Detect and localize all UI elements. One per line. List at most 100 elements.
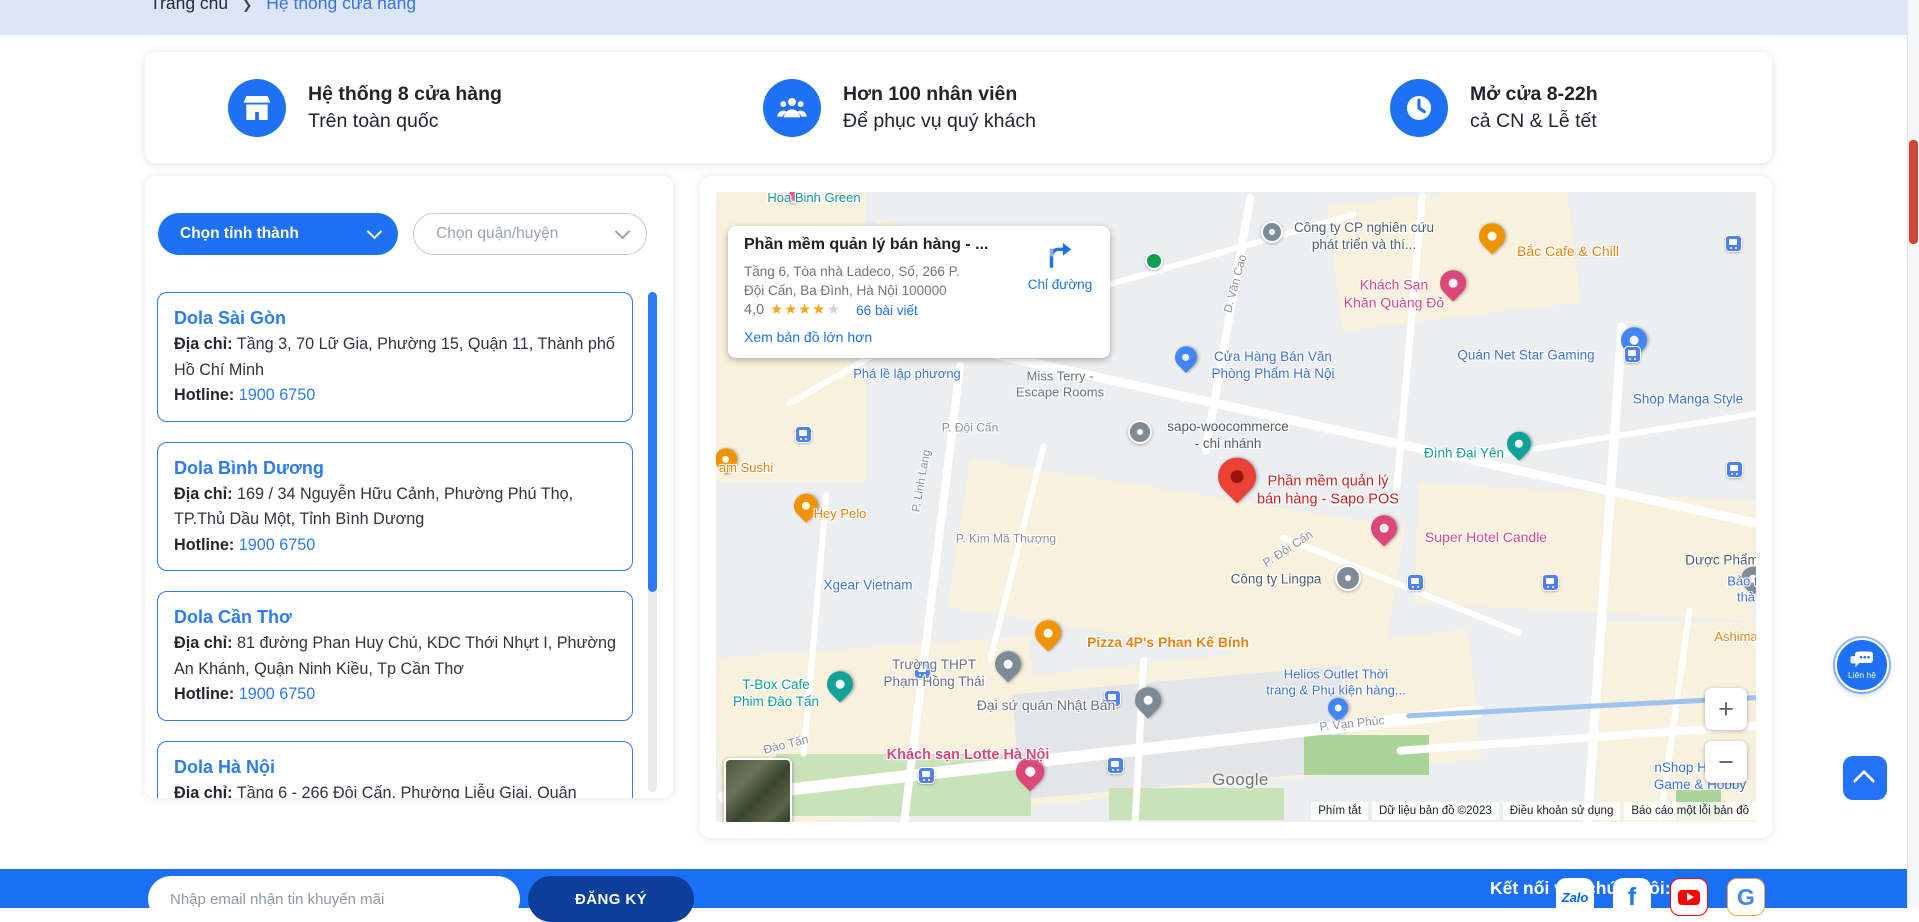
keyboard-shortcuts-link[interactable]: Phím tắt (1311, 802, 1369, 820)
hotline-link[interactable]: 1900 6750 (239, 536, 316, 554)
store-name[interactable]: Dola Cần Thơ (174, 604, 616, 631)
chevron-down-icon (366, 223, 383, 239)
map-poi-label: Pizza 4P's Phan Kế Bính (1086, 634, 1250, 651)
info-window-rating: 4,0 ★★★★ ★ 66 bài viết (744, 302, 918, 318)
map-poi-label: Hey Pelo (813, 505, 867, 521)
store-hotline: Hotline: 1900 6750 (174, 386, 316, 404)
map-panel: Phần mềm quản lý bán hàng - ... Tầng 6, … (700, 176, 1772, 838)
breadcrumb-separator-icon: ❯ (242, 0, 253, 12)
rating-value: 4,0 (744, 302, 765, 318)
map-area-patch (1304, 735, 1429, 775)
store-list-scrollbar[interactable] (648, 292, 657, 792)
map-poi-label: Quán Net Star Gaming (1457, 347, 1595, 363)
store-address: Địa chỉ: Tầng 6 - 266 Đội Cấn, Phường Li… (174, 783, 577, 799)
reviews-link[interactable]: 66 bài viết (856, 303, 918, 318)
store-name[interactable]: Dola Sài Gòn (174, 305, 616, 332)
directions-label: Chỉ đường (1027, 277, 1093, 292)
page-scrollbar[interactable] (1907, 0, 1919, 908)
map-poi-label: Shop Manga Style (1632, 391, 1744, 407)
subscribe-button[interactable]: ĐĂNG KÝ (528, 876, 694, 922)
hotline-link[interactable]: 1900 6750 (239, 685, 316, 703)
chevron-down-icon (614, 223, 631, 239)
satellite-view-toggle[interactable] (724, 758, 792, 822)
map-poi-label: Phá lề lập phương (853, 365, 961, 381)
google-map[interactable]: Phần mềm quản lý bán hàng - ... Tầng 6, … (716, 192, 1756, 822)
report-error-link[interactable]: Báo cáo một lỗi bản đồ (1624, 802, 1756, 820)
bus-stop-icon[interactable] (1726, 461, 1743, 478)
map-poi-label: P. Linh Lang (910, 448, 934, 514)
bus-stop-icon[interactable] (1107, 757, 1124, 774)
map-circle-icon[interactable] (1335, 565, 1361, 591)
store-card[interactable]: Dola Sài Gòn Địa chỉ: Tầng 3, 70 Lữ Gia,… (157, 292, 633, 422)
map-info-window: Phần mềm quản lý bán hàng - ... Tầng 6, … (728, 226, 1110, 358)
contact-chat-button[interactable]: Liên hệ (1835, 638, 1889, 692)
map-poi-label: Trường THPT Phạm Hồng Thái (883, 657, 985, 689)
breadcrumb: Trang chủ ❯ Hệ thống cửa hàng (0, 0, 1919, 35)
map-circle-icon[interactable] (1261, 221, 1283, 243)
store-hotline: Hotline: 1900 6750 (174, 535, 316, 554)
map-dot-icon[interactable] (1145, 252, 1163, 270)
hotline-link[interactable]: 1900 6750 (239, 386, 316, 404)
map-poi-label: Phần mềm quản lý bán hàng - Sapo POS (1257, 473, 1399, 508)
map-poi-label: Bảo tàthà (1727, 573, 1756, 605)
province-select[interactable]: Chọn tỉnh thành (158, 213, 398, 255)
map-poi-label: Dược Phẩm (1685, 552, 1756, 568)
bus-stop-icon[interactable] (1725, 235, 1742, 252)
bus-stop-icon[interactable] (795, 426, 812, 443)
bus-stop-icon[interactable] (1407, 574, 1424, 591)
info-window-address: Tầng 6, Tòa nhà Ladeco, Số, 266 P. Đội C… (744, 264, 960, 298)
map-poi-label: Bắc Cafe & Chill (1517, 243, 1619, 260)
store-list: Dola Sài Gòn Địa chỉ: Tầng 3, 70 Lữ Gia,… (157, 292, 647, 798)
map-poi-label: Super Hotel Candle (1424, 529, 1548, 546)
stat-line1: Mở cửa 8-22h (1470, 82, 1598, 105)
info-window-title[interactable]: Phần mềm quản lý bán hàng - ... (744, 236, 988, 254)
map-poi-label: P. Đội Cấn (941, 420, 999, 435)
page-scrollbar-thumb[interactable] (1909, 140, 1918, 244)
google-social-icon[interactable]: G (1727, 878, 1765, 916)
district-select[interactable]: Chọn quận/huyện (413, 213, 647, 255)
newsletter-footer: ĐĂNG KÝ Kết nối với chúng tôi: Zalo f G (0, 869, 1919, 922)
map-poi-label: T-Box Cafe Phim Đào Tấn (732, 677, 820, 709)
map-circle-icon[interactable] (1128, 420, 1152, 444)
store-finder-panel: Chọn tỉnh thành Chọn quận/huyện Dola Sài… (145, 176, 673, 798)
rating-stars-empty: ★ (827, 302, 841, 318)
breadcrumb-home-link[interactable]: Trang chủ (150, 0, 228, 14)
directions-button[interactable]: Chỉ đường (1020, 238, 1100, 292)
bus-stop-icon[interactable] (1624, 346, 1641, 363)
stat-line2: cả CN & Lễ tết (1470, 109, 1597, 132)
zalo-icon[interactable]: Zalo (1556, 878, 1594, 916)
email-input[interactable] (148, 876, 520, 922)
stat-line1: Hơn 100 nhân viên (843, 82, 1018, 105)
store-card[interactable]: Dola Hà Nội Địa chỉ: Tầng 6 - 266 Đội Cấ… (157, 740, 633, 799)
terms-link[interactable]: Điều khoản sử dụng (1502, 802, 1621, 820)
main-location-pin[interactable] (1210, 449, 1264, 504)
map-poi-label: D. Văn Cao (1222, 253, 1250, 315)
stat-stores: Hệ thống 8 cửa hàng Trên toàn quốc (228, 52, 502, 163)
map-poi-label: P. Kim Mã Thượng (955, 531, 1057, 546)
map-poi-label: Khách Sạn Khăn Quàng Đỏ (1343, 276, 1445, 310)
map-poi-label: sapo-woocommerce - chi nhánh (1167, 419, 1289, 451)
facebook-icon[interactable]: f (1613, 878, 1651, 916)
store-name[interactable]: Dola Bình Dương (174, 455, 616, 482)
district-select-value: Chọn quận/huyện (436, 225, 559, 242)
store-name[interactable]: Dola Hà Nội (174, 754, 616, 781)
map-poi-label: Miss Terry - Escape Rooms (1015, 368, 1105, 400)
map-zoom-out-button[interactable]: − (1705, 741, 1747, 783)
map-pin-icon[interactable] (1170, 341, 1202, 373)
store-list-scrollbar-thumb[interactable] (648, 292, 657, 592)
map-zoom-in-button[interactable]: + (1705, 688, 1747, 730)
map-poi-label: Đình Đại Yên (1423, 445, 1505, 461)
bus-stop-icon[interactable] (918, 767, 935, 784)
larger-map-link[interactable]: Xem bản đồ lớn hơn (744, 329, 872, 345)
store-card[interactable]: Dola Bình Dương Địa chỉ: 169 / 34 Nguyễn… (157, 441, 633, 571)
chat-bubble-icon (1850, 651, 1873, 667)
youtube-icon[interactable] (1670, 878, 1708, 916)
stat-line1: Hệ thống 8 cửa hàng (308, 82, 502, 105)
scroll-to-top-button[interactable] (1843, 756, 1887, 800)
map-poi-label: am Sushi (718, 459, 774, 475)
stat-line2: Trên toàn quốc (308, 109, 439, 132)
store-card[interactable]: Dola Cần Thơ Địa chỉ: 81 đường Phan Huy … (157, 591, 633, 721)
province-select-value: Chọn tỉnh thành (180, 225, 299, 242)
map-poi-label: Helios Outlet Thời trang & Phụ kiện hàng.… (1266, 666, 1406, 698)
bus-stop-icon[interactable] (1542, 574, 1559, 591)
